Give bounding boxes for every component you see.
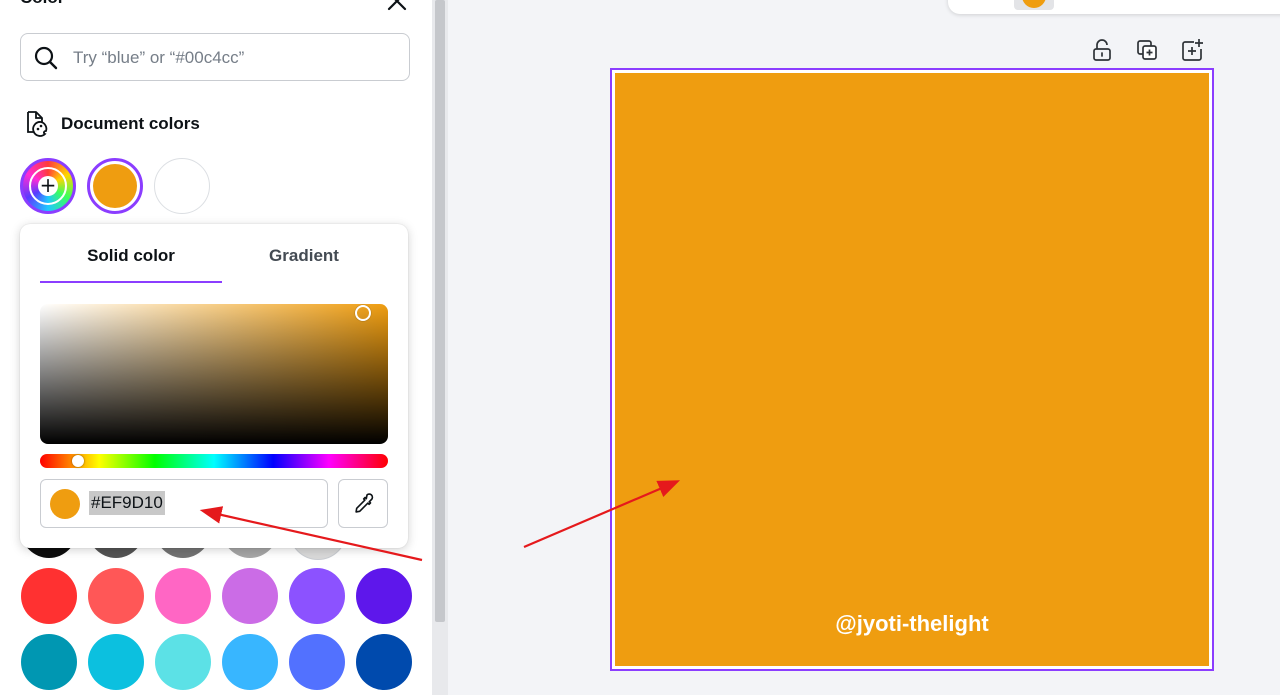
tab-solid-color[interactable]: Solid color <box>40 246 222 270</box>
document-colors-label: Document colors <box>61 114 200 133</box>
color-picker-popover: Solid color Gradient #EF9D10 <box>20 224 408 548</box>
close-icon[interactable] <box>384 0 410 14</box>
palette-color-swatch[interactable] <box>289 568 345 624</box>
panel-scrollbar[interactable] <box>432 0 448 695</box>
hue-slider[interactable] <box>40 454 388 468</box>
palette-color-swatch[interactable] <box>21 634 77 690</box>
palette-color-swatch[interactable] <box>88 634 144 690</box>
plus-icon: + <box>38 173 58 197</box>
palette-color-swatch[interactable] <box>356 568 412 624</box>
tab-gradient[interactable]: Gradient <box>216 246 392 270</box>
hex-color-input[interactable]: #EF9D10 <box>89 491 165 515</box>
lock-icon[interactable] <box>1090 38 1114 62</box>
document-color-swatch[interactable] <box>154 158 210 214</box>
current-color-preview <box>50 489 80 519</box>
search-icon <box>34 46 58 70</box>
color-search-input[interactable] <box>71 34 405 82</box>
palette-color-swatch[interactable] <box>356 634 412 690</box>
eyedropper-icon <box>355 493 374 513</box>
design-page[interactable]: @jyoti-thelight <box>610 68 1214 671</box>
toolbar-icon[interactable] <box>1082 0 1096 4</box>
add-page-icon[interactable] <box>1180 38 1204 62</box>
toolbar-color-button[interactable] <box>1014 0 1054 10</box>
panel-title: Color <box>20 0 64 8</box>
palette-color-swatch[interactable] <box>155 634 211 690</box>
hex-color-field[interactable]: #EF9D10 <box>40 479 328 528</box>
document-palette-icon <box>27 111 48 137</box>
palette-color-swatch[interactable] <box>222 568 278 624</box>
palette-color-swatch[interactable] <box>88 568 144 624</box>
document-color-swatch[interactable] <box>87 158 143 214</box>
color-search-box[interactable] <box>20 33 410 82</box>
saturation-handle[interactable] <box>355 305 371 321</box>
swatch-fill <box>93 164 137 208</box>
page-background[interactable]: @jyoti-thelight <box>615 73 1209 666</box>
eyedropper-button[interactable] <box>338 479 388 528</box>
add-new-color-button[interactable]: + <box>20 158 76 214</box>
active-tab-indicator <box>40 281 222 283</box>
palette-color-swatch[interactable] <box>289 634 345 690</box>
element-toolbar <box>948 0 1280 14</box>
toolbar-icon[interactable] <box>964 0 978 4</box>
palette-color-swatch[interactable] <box>155 568 211 624</box>
palette-color-swatch[interactable] <box>222 634 278 690</box>
watermark-text: @jyoti-thelight <box>835 611 989 636</box>
saturation-brightness-field[interactable] <box>40 304 388 444</box>
duplicate-page-icon[interactable] <box>1135 38 1159 62</box>
scrollbar-thumb[interactable] <box>435 0 445 622</box>
toolbar-color-swatch <box>1022 0 1046 8</box>
palette-color-swatch[interactable] <box>21 568 77 624</box>
